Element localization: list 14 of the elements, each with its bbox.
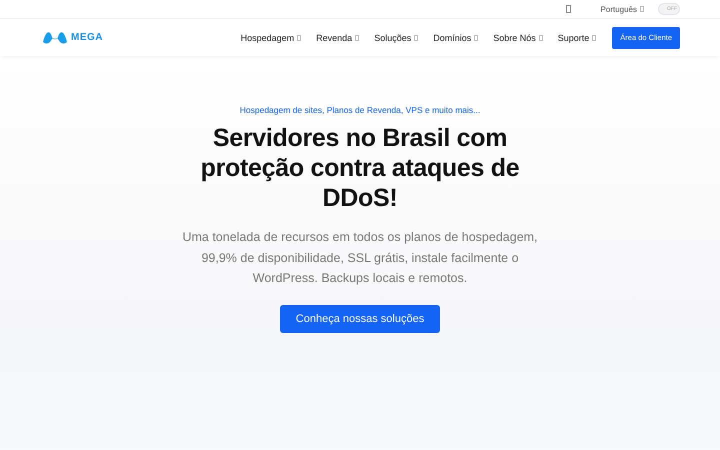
logo-icon [43, 32, 67, 44]
hero-eyebrow: Hospedagem de sites, Planos de Revenda, VPS e muito mais... [240, 105, 480, 115]
nav-link[interactable]: Hospedagem [240, 32, 302, 42]
nav-link[interactable]: Suporte [558, 32, 596, 42]
nav-link[interactable]: Revenda [316, 32, 360, 42]
nav-link[interactable]: Sobre Nós [493, 32, 543, 42]
box-icon [640, 6, 644, 12]
hero-description: Uma tonelada de recursos em todos os planos de hospedagem, 99,9% de disponibilidade, SSL grátis, instale facilmente o WordPress. Backups locais e remotos. [181, 229, 539, 287]
hero-title: Servidores no Brasil com proteção contra ataques de DDoS! [200, 123, 520, 213]
solutions-button[interactable]: Conheça nossas soluções [280, 304, 440, 332]
nav-link[interactable]: Domínios [433, 32, 478, 42]
box-icon[interactable] [566, 5, 571, 13]
nav-link[interactable]: Soluções [374, 32, 418, 42]
language-selector[interactable]: Português [600, 4, 644, 14]
